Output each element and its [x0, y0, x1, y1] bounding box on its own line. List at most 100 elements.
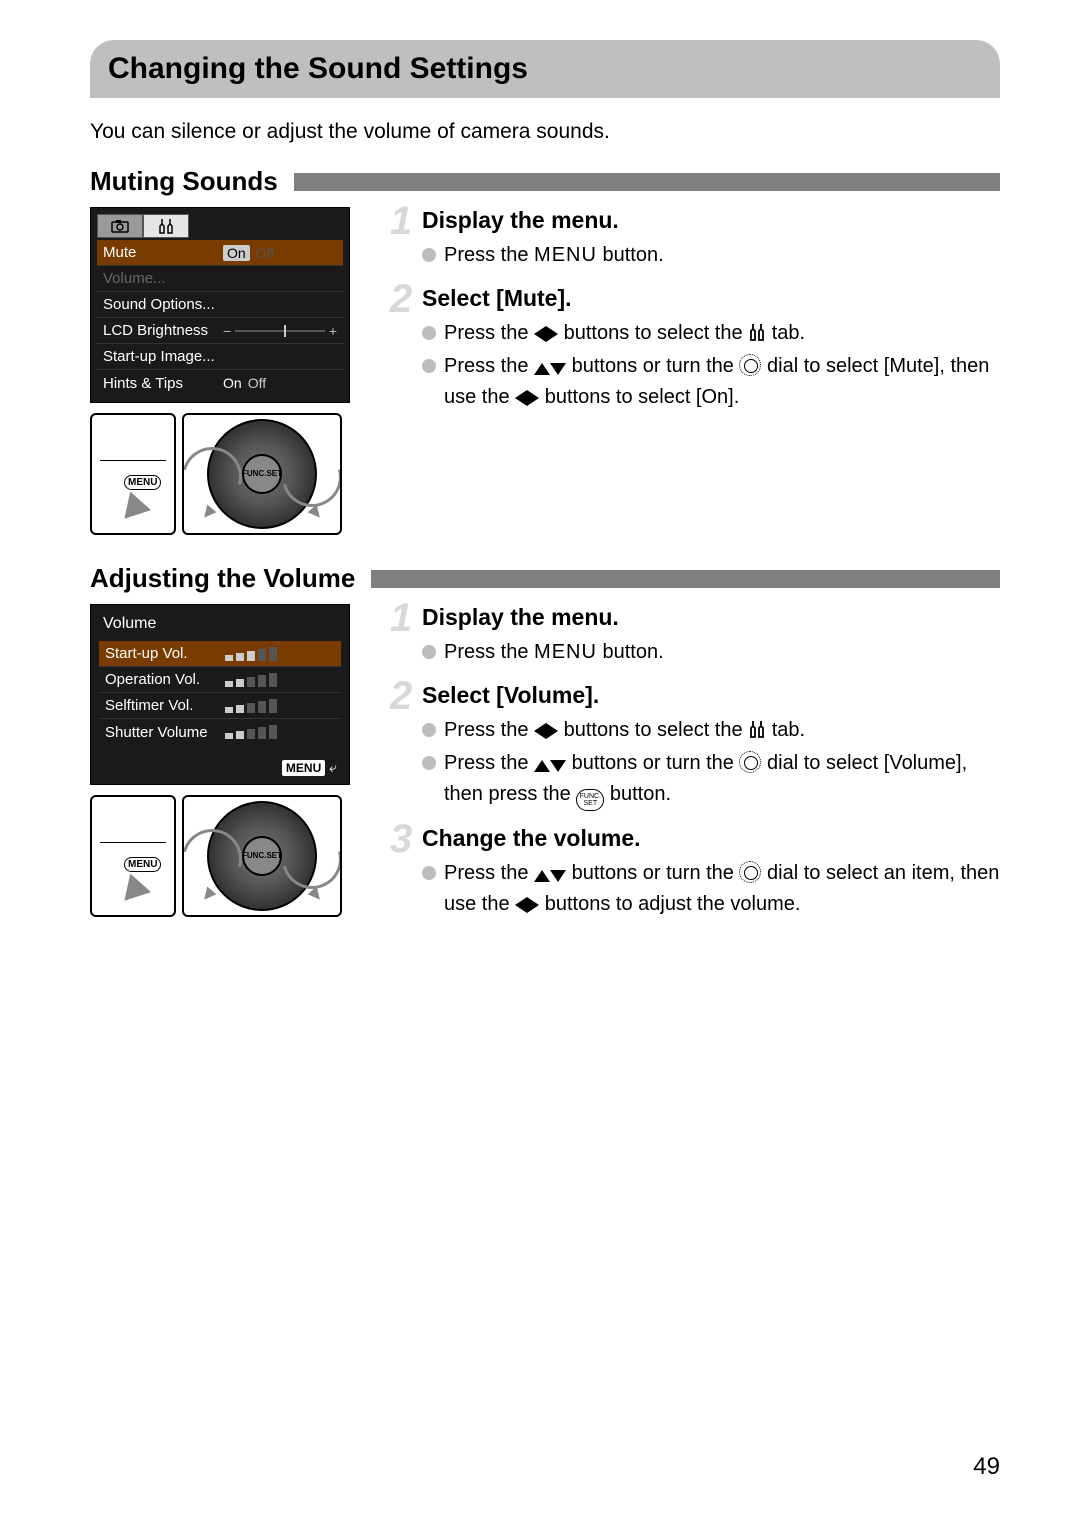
section-divider-bar [294, 173, 1000, 191]
step-number: 1 [390, 596, 412, 641]
lcd-row-label: Sound Options... [103, 296, 223, 313]
instruction-step: 3Change the volume.Press the buttons or … [396, 825, 1000, 920]
lcd-row: Start-up Vol. [99, 641, 341, 667]
volume-bars [225, 647, 277, 661]
step-title: Display the menu. [422, 207, 1000, 234]
lcd-row-label: Shutter Volume [105, 724, 225, 741]
section2-title: Adjusting the Volume [90, 563, 355, 594]
lcd-row: Volume... [97, 266, 343, 292]
control-dial-icon [739, 861, 761, 883]
step-number: 2 [390, 674, 412, 719]
bullet-icon [422, 326, 436, 340]
section-heading-row: Muting Sounds [90, 166, 1000, 197]
bullet-text: Press the buttons to select the tab. [444, 715, 805, 746]
step-title: Change the volume. [422, 825, 1000, 852]
left-right-icon [534, 721, 558, 741]
step-number: 2 [390, 277, 412, 322]
lcd-row-label: LCD Brightness [103, 322, 223, 339]
step-bullet: Press the MENU button. [422, 240, 1000, 271]
step-bullet: Press the buttons or turn the dial to se… [422, 351, 1000, 413]
section1-title: Muting Sounds [90, 166, 278, 197]
lcd-row-label: Volume... [103, 270, 223, 287]
step-bullet: Press the buttons to select the tab. [422, 715, 1000, 746]
volume-bars [225, 699, 277, 713]
control-dial-icon [739, 354, 761, 376]
menu-button-illustration: MENU [90, 795, 176, 917]
lcd-row: Sound Options... [97, 292, 343, 318]
bullet-icon [422, 866, 436, 880]
section-heading-row: Adjusting the Volume [90, 563, 1000, 594]
menu-text-icon: MENU [534, 244, 597, 266]
func-set-center: FUNC.SET [242, 454, 282, 494]
step-number: 3 [390, 817, 412, 862]
tools-icon [748, 719, 766, 739]
lcd-row: Shutter Volume [99, 719, 341, 745]
arrow-up-icon [117, 487, 151, 518]
lcd-row: Selftimer Vol. [99, 693, 341, 719]
step-bullet: Press the buttons to select the tab. [422, 318, 1000, 349]
step-bullet: Press the buttons or turn the dial to se… [422, 748, 1000, 811]
tools-icon [748, 322, 766, 342]
section-divider-bar [371, 570, 1000, 588]
left-right-icon [515, 388, 539, 408]
bullet-text: Press the MENU button. [444, 240, 664, 271]
camera-lcd-settings: MuteOnOffVolume...Sound Options...LCD Br… [90, 207, 350, 403]
step-title: Select [Volume]. [422, 682, 1000, 709]
page-number: 49 [973, 1453, 1000, 1481]
func-set-center: FUNC.SET [242, 836, 282, 876]
step-number: 1 [390, 199, 412, 244]
bullet-text: Press the buttons or turn the dial to se… [444, 351, 1000, 413]
lcd-row: MuteOnOff [97, 240, 343, 266]
bullet-icon [422, 723, 436, 737]
menu-button-illustration: MENU [90, 413, 176, 535]
volume-title: Volume [103, 615, 341, 633]
lcd-row-value: OnOff [223, 245, 274, 261]
tab-camera-icon [97, 214, 143, 238]
lcd-row-label: Mute [103, 244, 223, 261]
bullet-text: Press the buttons or turn the dial to se… [444, 748, 1000, 811]
brightness-slider: −+ [223, 325, 337, 337]
control-dial-icon [739, 751, 761, 773]
volume-bars [225, 725, 277, 739]
bullet-text: Press the MENU button. [444, 637, 664, 668]
up-down-icon [534, 756, 566, 776]
tab-tools-icon [143, 214, 189, 238]
instruction-step: 2Select [Mute].Press the buttons to sele… [396, 285, 1000, 413]
lcd-row: Hints & TipsOnOff [97, 370, 343, 396]
volume-bars [225, 673, 277, 687]
bullet-icon [422, 359, 436, 373]
lcd-row-label: Start-up Vol. [105, 645, 225, 662]
arrow-up-icon [117, 869, 151, 900]
lcd-row-label: Selftimer Vol. [105, 697, 225, 714]
page-title: Changing the Sound Settings [90, 40, 1000, 98]
up-down-icon [534, 866, 566, 886]
bullet-text: Press the buttons to select the tab. [444, 318, 805, 349]
instruction-step: 1Display the menu.Press the MENU button. [396, 207, 1000, 271]
step-title: Select [Mute]. [422, 285, 1000, 312]
step-bullet: Press the buttons or turn the dial to se… [422, 858, 1000, 920]
func-set-icon: FUNC.SET [576, 789, 604, 811]
lcd-row: Start-up Image... [97, 344, 343, 370]
step-title: Display the menu. [422, 604, 1000, 631]
lcd-row-value: OnOff [223, 375, 266, 391]
instruction-step: 2Select [Volume].Press the buttons to se… [396, 682, 1000, 811]
lcd-row: Operation Vol. [99, 667, 341, 693]
instruction-step: 1Display the menu.Press the MENU button. [396, 604, 1000, 668]
lcd-row-label: Start-up Image... [103, 348, 223, 365]
intro-text: You can silence or adjust the volume of … [90, 120, 1000, 144]
bullet-text: Press the buttons or turn the dial to se… [444, 858, 1000, 920]
step-bullet: Press the MENU button. [422, 637, 1000, 668]
lcd-row-label: Operation Vol. [105, 671, 225, 688]
bullet-icon [422, 756, 436, 770]
camera-lcd-volume: Volume Start-up Vol. Operation Vol. Selfti… [90, 604, 350, 785]
menu-text-icon: MENU [534, 641, 597, 663]
bullet-icon [422, 248, 436, 262]
lcd-row-label: Hints & Tips [103, 375, 223, 392]
lcd-row: LCD Brightness−+ [97, 318, 343, 344]
bullet-icon [422, 645, 436, 659]
left-right-icon [515, 895, 539, 915]
control-dial-illustration: FUNC.SET [182, 795, 342, 917]
control-dial-illustration: FUNC.SET [182, 413, 342, 535]
up-down-icon [534, 359, 566, 379]
left-right-icon [534, 324, 558, 344]
